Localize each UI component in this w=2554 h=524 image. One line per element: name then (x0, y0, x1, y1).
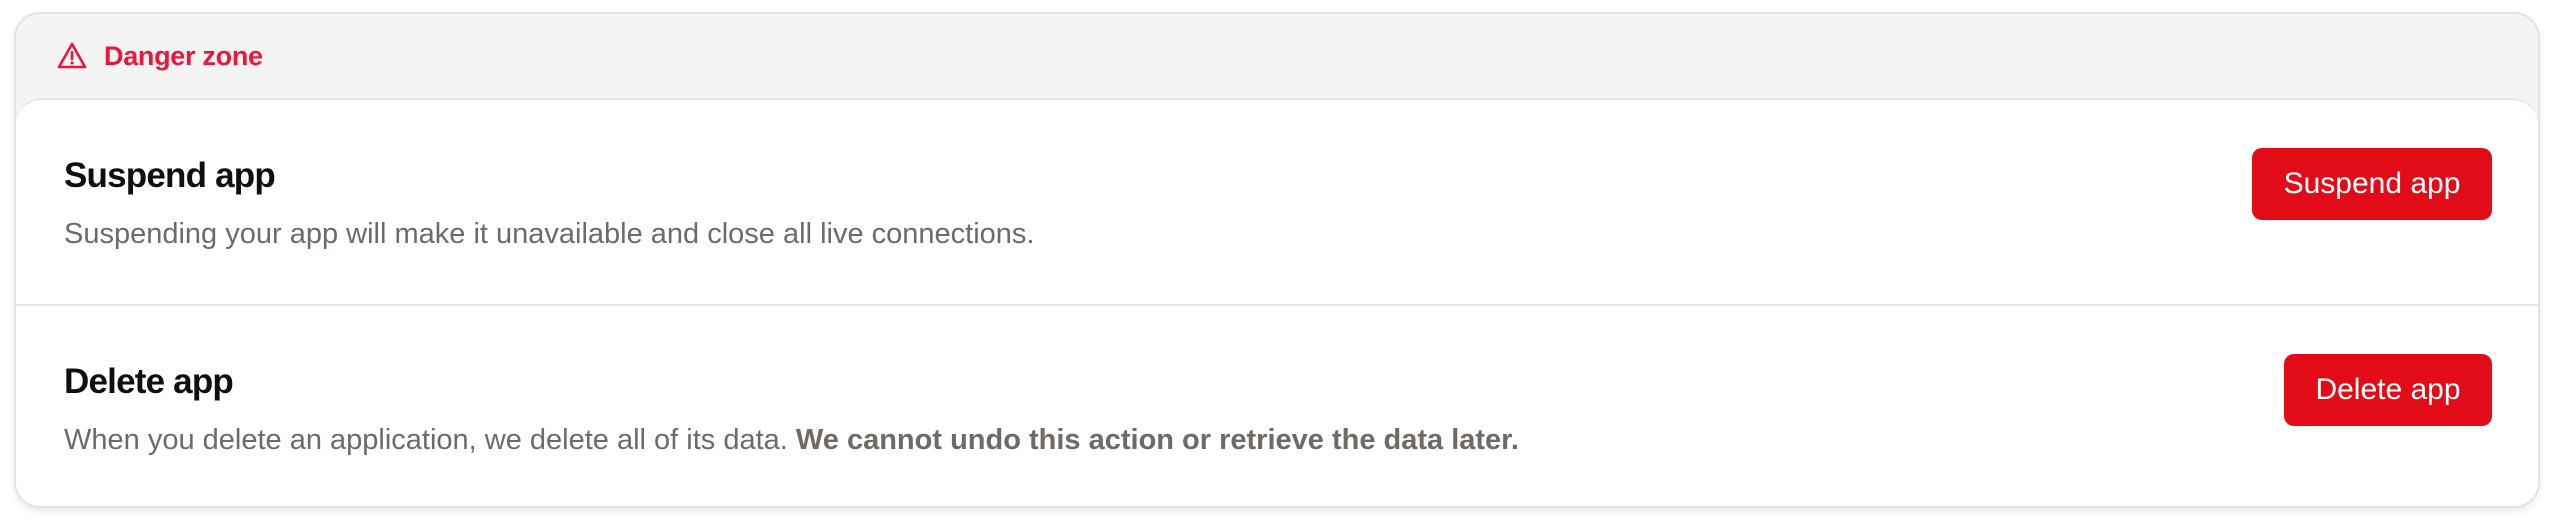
suspend-app-button[interactable]: Suspend app (2252, 148, 2492, 220)
suspend-app-title: Suspend app (64, 156, 276, 195)
danger-zone-card: Suspend app Suspending your app will mak… (16, 98, 2538, 506)
suspend-app-row: Suspend app Suspending your app will mak… (16, 100, 2538, 304)
delete-app-row: Delete app When you delete an applicatio… (16, 306, 2538, 506)
danger-zone-header: Danger zone (16, 14, 2538, 98)
warning-triangle-icon (56, 40, 88, 72)
danger-zone-panel: Danger zone Suspend app Suspending your … (14, 12, 2540, 508)
delete-app-description: When you delete an application, we delet… (64, 424, 1519, 457)
delete-app-title: Delete app (64, 362, 234, 401)
delete-app-button[interactable]: Delete app (2284, 354, 2492, 426)
suspend-app-description: Suspending your app will make it unavail… (64, 218, 1035, 250)
delete-app-description-text: When you delete an application, we delet… (64, 424, 796, 456)
danger-zone-title: Danger zone (104, 40, 263, 71)
delete-app-warning-text: We cannot undo this action or retrieve t… (795, 424, 1519, 456)
